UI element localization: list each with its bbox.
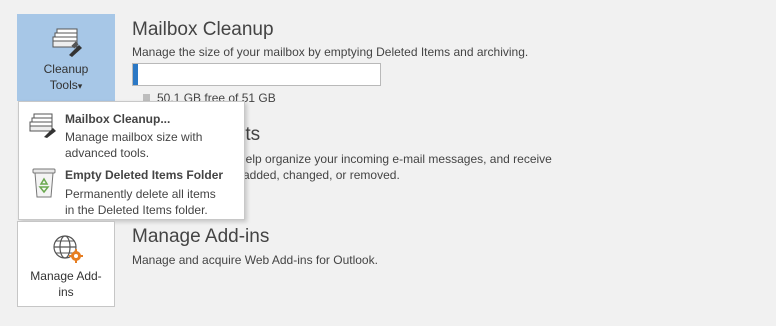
recycle-bin-icon <box>32 168 56 198</box>
cleanup-tools-label-line1: Cleanup <box>43 62 89 76</box>
menu-item-mailbox-cleanup[interactable]: Mailbox Cleanup... Manage mailbox size w… <box>19 104 244 160</box>
menu-item-title: Empty Deleted Items Folder <box>65 168 224 182</box>
mailbox-cleanup-icon <box>29 112 57 138</box>
manage-addins-label-line2: ins <box>58 285 74 299</box>
cleanup-tools-label-line2: Tools▾ <box>18 77 114 94</box>
menu-item-description-line2: in the Deleted Items folder. <box>65 203 208 217</box>
globe-gear-icon <box>52 234 84 264</box>
menu-item-description-line1: Manage mailbox size with <box>65 130 203 144</box>
cleanup-tools-button[interactable]: Cleanup Tools▾ <box>17 14 115 101</box>
rules-alerts-description-line2: re added, changed, or removed. <box>229 168 400 182</box>
manage-addins-label-line1: Manage Add- <box>30 269 102 283</box>
chevron-down-icon: ▾ <box>77 81 83 91</box>
storage-legend-swatch <box>143 94 150 101</box>
manage-addins-title: Manage Add-ins <box>132 226 270 247</box>
menu-item-description-line2: advanced tools. <box>65 146 150 160</box>
mailbox-storage-bar <box>132 63 381 86</box>
mailbox-cleanup-title: Mailbox Cleanup <box>132 19 274 40</box>
cleanup-tools-label-text: Tools <box>49 78 78 92</box>
cleanup-tools-icon <box>51 25 83 57</box>
mailbox-cleanup-description: Manage the size of your mailbox by empty… <box>132 45 529 59</box>
menu-item-title: Mailbox Cleanup... <box>65 112 171 126</box>
manage-addins-description: Manage and acquire Web Add-ins for Outlo… <box>132 253 378 267</box>
cleanup-tools-menu: Mailbox Cleanup... Manage mailbox size w… <box>18 101 245 220</box>
menu-item-description-line1: Permanently delete all items <box>65 187 216 201</box>
mailbox-storage-fill <box>133 64 138 85</box>
menu-item-empty-deleted-items[interactable]: Empty Deleted Items Folder Permanently d… <box>19 162 244 218</box>
manage-addins-button[interactable]: Manage Add- ins <box>17 221 115 307</box>
